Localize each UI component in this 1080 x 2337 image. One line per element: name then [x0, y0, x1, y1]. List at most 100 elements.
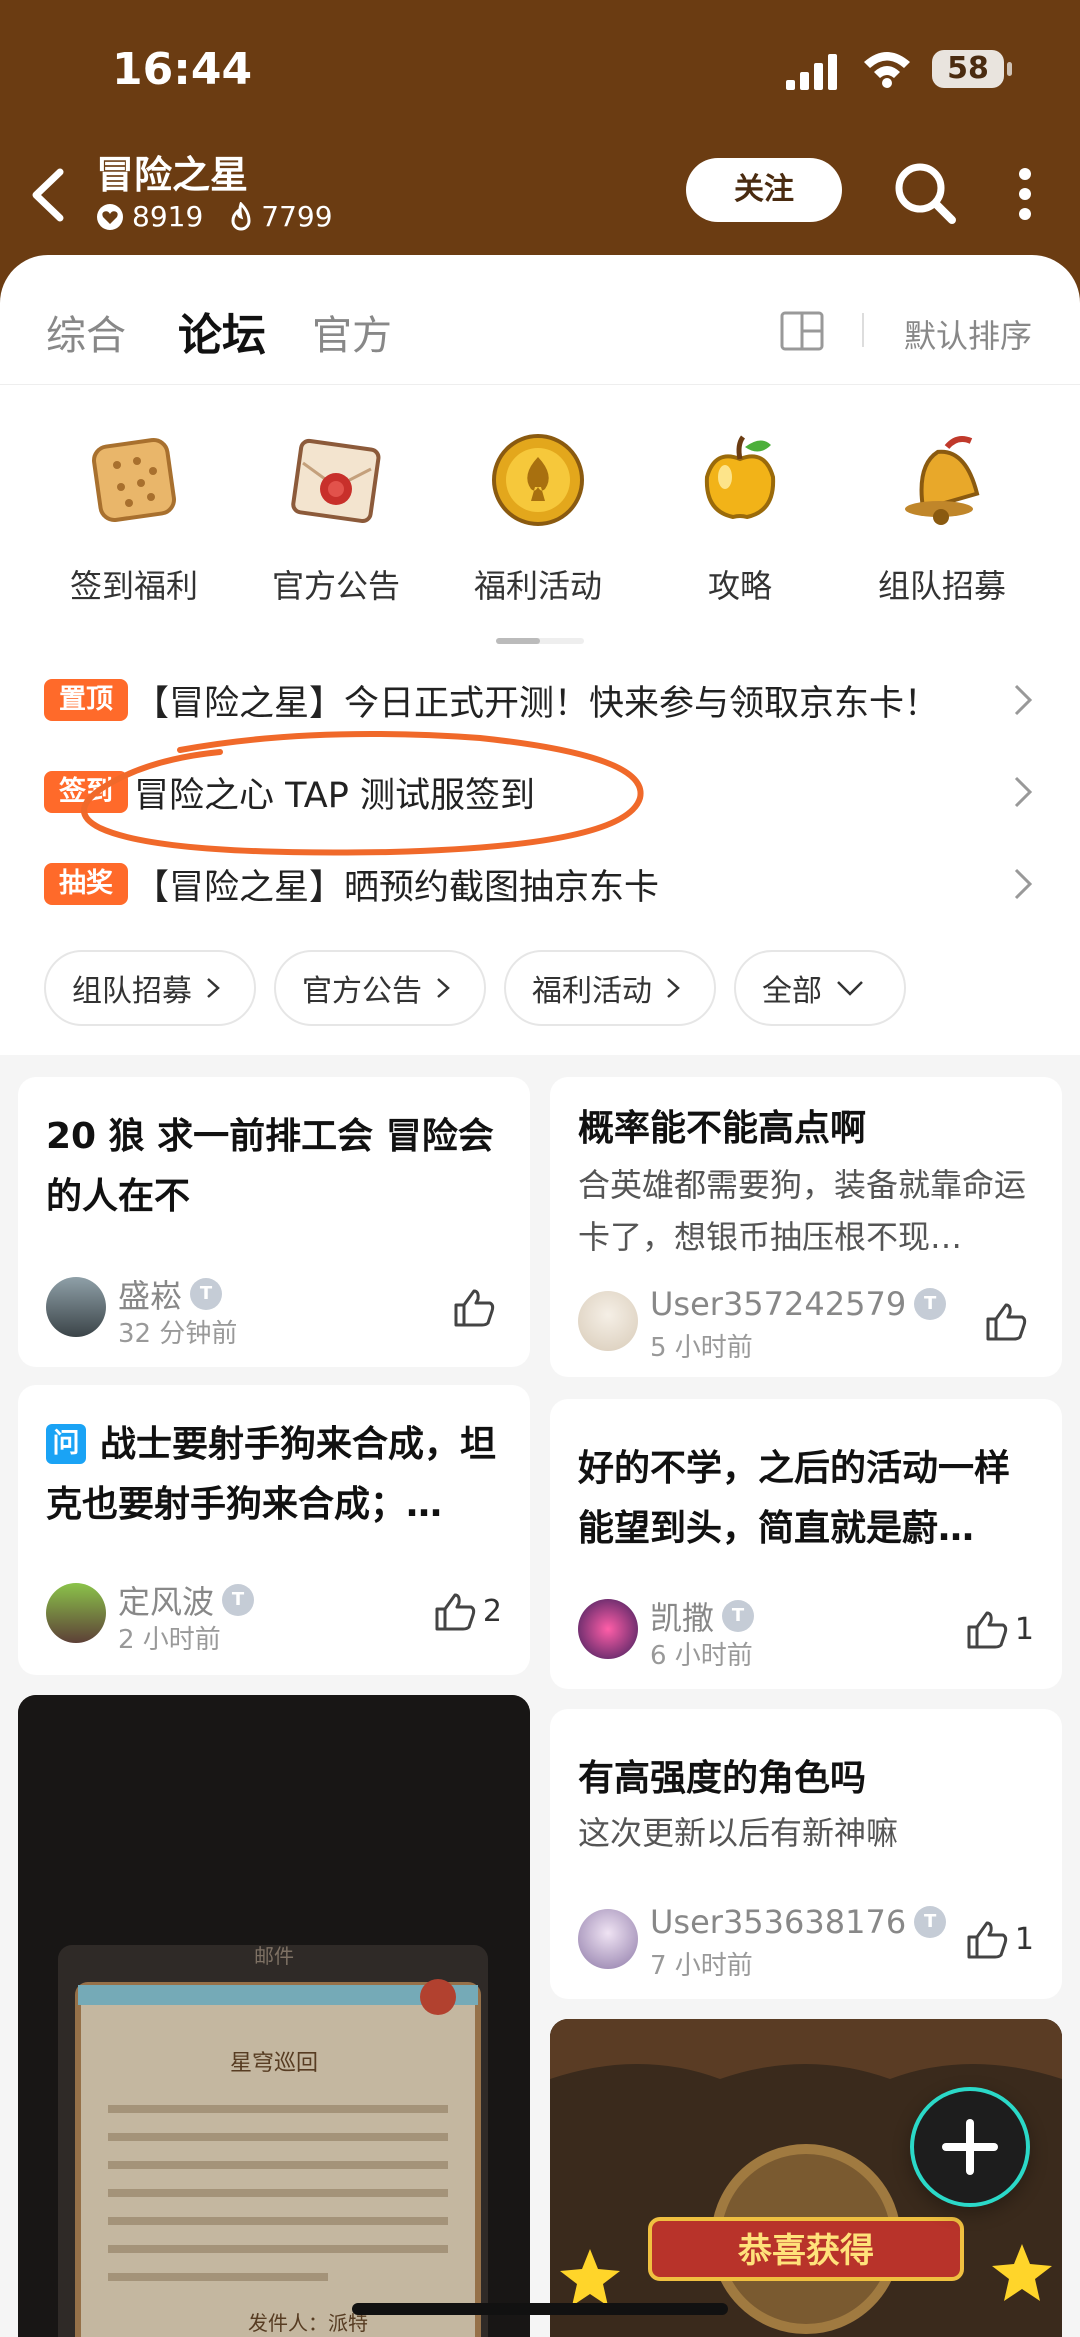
- tab-forum[interactable]: 论坛: [178, 299, 266, 365]
- post-time: 6 小时前: [650, 1641, 753, 1671]
- like-count: 1: [1014, 1611, 1034, 1647]
- follow-button[interactable]: 关注: [686, 158, 842, 222]
- bell-icon: [905, 436, 980, 525]
- chevron-down-icon: [837, 981, 863, 996]
- like-button[interactable]: 1: [965, 1609, 1034, 1649]
- chevron-right-icon: [1014, 868, 1033, 900]
- cellular-signal-icon: [786, 54, 837, 90]
- fans-count: 7799: [261, 200, 333, 233]
- chip-label: 官方公告: [302, 974, 422, 1009]
- wifi-icon: [864, 52, 910, 88]
- chevron-right-icon: [1014, 776, 1033, 808]
- chevron-right-icon: [667, 978, 680, 998]
- like-button[interactable]: [984, 1301, 1034, 1341]
- forum-stats: 8919 7799: [96, 200, 333, 233]
- biscuit-icon: [92, 438, 176, 522]
- tab-overview[interactable]: 综合: [46, 303, 126, 361]
- tab-bar: 综合 论坛 官方 默认排序: [0, 255, 1080, 385]
- post-card[interactable]: 问战士要射手狗来合成，坦克也要射手狗来合成；… 定风波 T 2 小时前 2: [18, 1385, 530, 1675]
- post-title: 问战士要射手狗来合成，坦克也要射手狗来合成；…: [46, 1415, 506, 1535]
- chevron-right-icon: [207, 978, 220, 998]
- post-time: 5 小时前: [650, 1333, 753, 1363]
- post-card[interactable]: 好的不学，之后的活动一样能望到头，简直就是蔚… 凯撒 T 6 小时前 1: [550, 1399, 1062, 1689]
- post-author: User353638176 T: [650, 1903, 947, 1941]
- reward-banner-text: 恭喜获得: [737, 2231, 874, 2271]
- avatar: [578, 1291, 638, 1351]
- top-bar: 冒险之星 8919 7799 关注: [0, 140, 1080, 260]
- tap-badge-icon: T: [914, 1288, 947, 1320]
- battery-indicator: 58: [932, 50, 1012, 88]
- post-title: 有高强度的角色吗: [578, 1758, 867, 1799]
- chevron-right-icon: [1014, 684, 1033, 716]
- thumbs-up-icon: [986, 1303, 1027, 1341]
- post-time: 2 小时前: [118, 1625, 221, 1655]
- heart-icon: [97, 203, 123, 230]
- sort-selector[interactable]: 默认排序: [904, 311, 1032, 357]
- question-badge: 问: [46, 1424, 86, 1464]
- category-team-recruitment[interactable]: 组队招募: [842, 425, 1042, 607]
- category-scroll-indicator: [496, 638, 584, 644]
- category-label: 组队招募: [877, 567, 1006, 605]
- create-post-button[interactable]: [910, 2087, 1030, 2207]
- like-count: 1: [1014, 1921, 1034, 1957]
- more-options-icon[interactable]: [1010, 162, 1040, 226]
- tap-badge-icon: T: [722, 1600, 755, 1632]
- post-summary: 这次更新以后有新神嘛: [578, 1814, 899, 1852]
- tap-badge-icon: T: [914, 1906, 947, 1938]
- author-name: 盛崧: [118, 1277, 183, 1315]
- back-arrow-icon[interactable]: [20, 160, 80, 230]
- like-button[interactable]: 1: [965, 1919, 1034, 1959]
- notice-badge: 置顶: [44, 679, 128, 721]
- post-card[interactable]: 概率能不能高点啊 合英雄都需要狗，装备就靠命运卡了，想银币抽压根不现… User…: [550, 1077, 1062, 1377]
- notice-item-checkin[interactable]: 签到 冒险之心 TAP 测试服签到: [44, 762, 1034, 822]
- author-name: User353638176: [650, 1903, 907, 1941]
- category-guides[interactable]: 攻略: [640, 425, 840, 607]
- thumbs-up-icon: [454, 1289, 495, 1327]
- category-official-announcements[interactable]: 官方公告: [236, 425, 436, 607]
- avatar: [578, 1599, 638, 1659]
- post-time: 32 分钟前: [118, 1319, 238, 1349]
- post-title: 概率能不能高点啊: [578, 1108, 867, 1149]
- tab-divider: [862, 313, 864, 347]
- post-title-text: 战士要射手狗来合成，坦克也要射手狗来合成；…: [46, 1424, 497, 1525]
- gold-coin-icon: [492, 434, 584, 526]
- category-label: 福利活动: [473, 567, 602, 605]
- category-label: 官方公告: [271, 567, 400, 605]
- chip-team-recruitment[interactable]: 组队招募: [44, 950, 256, 1026]
- tap-badge-icon: T: [222, 1584, 255, 1616]
- post-summary: 合英雄都需要狗，装备就靠命运卡了，想银币抽压根不现…: [578, 1166, 1027, 1256]
- notice-item-lottery[interactable]: 抽奖 【冒险之星】晒预约截图抽京东卡: [44, 854, 1034, 914]
- tap-badge-icon: T: [190, 1278, 223, 1310]
- author-name: 凯撒: [650, 1599, 715, 1637]
- author-name: 定风波: [118, 1583, 215, 1621]
- layout-toggle-icon[interactable]: [780, 311, 824, 351]
- category-welfare-events[interactable]: 福利活动: [438, 425, 638, 607]
- search-icon[interactable]: [890, 158, 960, 228]
- image-post-card[interactable]: 星穹巡回 邮件 发件人：派特: [18, 1695, 530, 2337]
- notice-item-pinned[interactable]: 置顶 【冒险之星】今日正式开测！快来参与领取京东卡！: [44, 670, 1034, 730]
- notice-text: 【冒险之星】晒预约截图抽京东卡: [134, 867, 660, 908]
- post-title: 20 狼 求一前排工会 冒险会的人在不: [46, 1116, 494, 1217]
- category-row: 签到福利 官方公告 福利活动 攻略 组队招募: [0, 425, 1080, 625]
- post-card[interactable]: 20 狼 求一前排工会 冒险会的人在不 盛崧 T 32 分钟前: [18, 1077, 530, 1367]
- chip-all[interactable]: 全部: [734, 950, 906, 1026]
- like-button[interactable]: 2: [433, 1591, 502, 1631]
- chip-official-announcements[interactable]: 官方公告: [274, 950, 486, 1026]
- category-checkin-rewards[interactable]: 签到福利: [34, 425, 234, 607]
- avatar: [578, 1909, 638, 1969]
- chip-welfare-events[interactable]: 福利活动: [504, 950, 716, 1026]
- chip-label: 全部: [762, 974, 822, 1009]
- post-author: 定风波 T: [118, 1577, 255, 1623]
- thumbs-up-icon: [967, 1611, 1008, 1649]
- post-time: 7 小时前: [650, 1951, 753, 1981]
- like-count: 2: [482, 1593, 502, 1629]
- category-label: 攻略: [707, 567, 772, 605]
- post-card[interactable]: 有高强度的角色吗 这次更新以后有新神嘛 User353638176 T 7 小时…: [550, 1709, 1062, 1999]
- like-button[interactable]: [452, 1287, 502, 1327]
- tab-official[interactable]: 官方: [312, 303, 392, 361]
- tab-forum-label: 论坛: [178, 310, 266, 361]
- golden-apple-icon: [704, 435, 776, 520]
- forum-title: 冒险之星: [96, 153, 249, 197]
- status-bar: 16:44 58: [0, 0, 1080, 140]
- plus-icon: [942, 2119, 998, 2175]
